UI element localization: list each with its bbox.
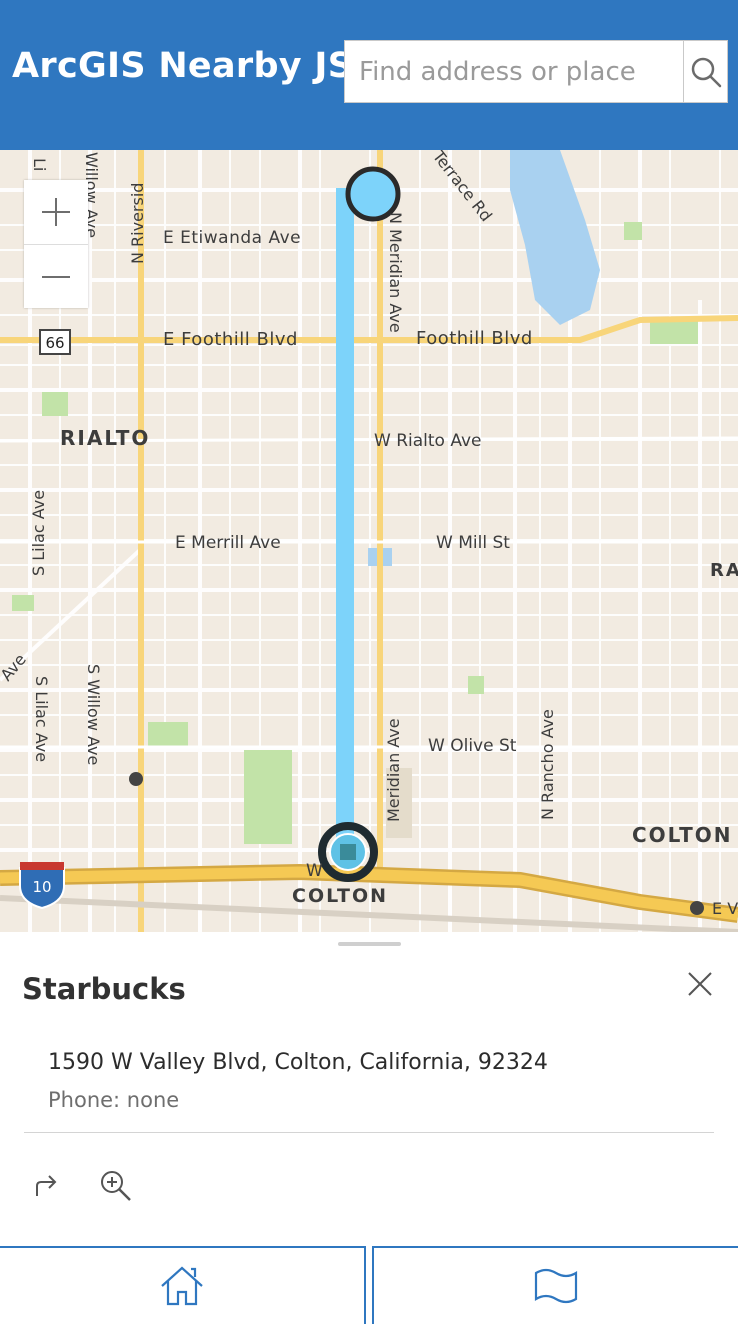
place-phone: Phone: none (48, 1088, 180, 1112)
interstate-10-shield: 10 (32, 878, 51, 896)
label-meridian: Meridian Ave (384, 718, 403, 822)
minus-icon (42, 275, 70, 278)
label-e-merrill: E Merrill Ave (175, 533, 281, 553)
app-title: ArcGIS Nearby JS (12, 46, 354, 86)
zoom-in-button[interactable] (24, 180, 88, 244)
plus-icon (42, 198, 70, 226)
label-lilac-top: Li (30, 158, 49, 171)
app-header: ArcGIS Nearby JS (0, 0, 738, 150)
label-n-meridian: N Meridian Ave (386, 212, 405, 333)
label-e-foothill: E Foothill Blvd (163, 329, 298, 350)
label-s-lilac-1: S Lilac Ave (29, 490, 48, 576)
label-w: W (306, 861, 323, 881)
label-e-etiwanda: E Etiwanda Ave (163, 228, 301, 248)
search-input[interactable] (345, 41, 683, 102)
label-colton-right: COLTON (632, 823, 733, 847)
panel-drag-handle[interactable] (338, 942, 401, 946)
map-view[interactable]: 66 10 E Etiwanda Ave N Riversid Willow A… (0, 150, 738, 932)
label-rialto: RIALTO (60, 426, 150, 450)
label-colton: COLTON (292, 885, 388, 907)
place-name: Starbucks (22, 972, 186, 1006)
search-icon (691, 57, 721, 87)
bottom-nav (0, 1246, 738, 1324)
label-w-rialto: W Rialto Ave (374, 431, 482, 451)
label-foothill: Foothill Blvd (416, 328, 533, 349)
zoom-out-button[interactable] (24, 244, 88, 308)
search-button[interactable] (683, 41, 727, 102)
label-ra: RA (710, 560, 738, 581)
feature-panel: Starbucks 1590 W Valley Blvd, Colton, Ca… (0, 932, 738, 1246)
search-box (344, 40, 728, 103)
label-n-riverside: N Riversid (128, 183, 147, 264)
close-button[interactable] (684, 968, 716, 1000)
directions-button[interactable] (26, 1166, 66, 1206)
zoom-control (24, 180, 88, 308)
label-terrace-rd: Terrace Rd (428, 150, 496, 225)
route-66-shield: 66 (45, 334, 64, 352)
map-tab[interactable] (372, 1246, 738, 1324)
place-address: 1590 W Valley Blvd, Colton, California, … (48, 1050, 548, 1075)
directions-arrow-icon (36, 1175, 57, 1196)
label-n-rancho: N Rancho Ave (538, 709, 557, 820)
zoom-to-button[interactable] (96, 1166, 136, 1206)
home-tab[interactable] (0, 1246, 366, 1324)
basemap: 66 10 E Etiwanda Ave N Riversid Willow A… (0, 150, 738, 932)
label-s-willow: S Willow Ave (84, 664, 103, 765)
label-e-valley: E Va (712, 899, 738, 918)
label-s-lilac-2: S Lilac Ave (32, 676, 51, 762)
panel-divider (24, 1132, 714, 1133)
zoom-to-icon (101, 1171, 131, 1201)
map-icon (534, 1268, 578, 1304)
label-w-mill: W Mill St (436, 533, 510, 553)
label-w-olive: W Olive St (428, 736, 517, 756)
close-icon (688, 972, 712, 996)
home-icon (161, 1266, 203, 1306)
